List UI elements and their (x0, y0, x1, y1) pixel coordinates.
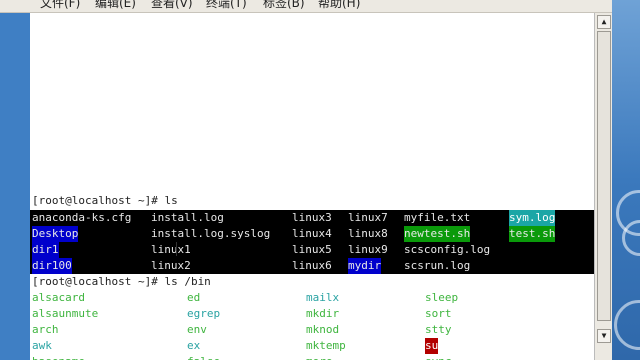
scroll-down-icon[interactable]: ▼ (597, 329, 611, 343)
bin-entry: basename (32, 354, 85, 360)
bin-entry: sort (425, 307, 452, 320)
ls-entry: linux6 (292, 259, 332, 272)
ls-entry: install.log (151, 211, 224, 224)
ls-entry: linux1 (151, 243, 191, 256)
bin-entry: false (187, 354, 220, 360)
bin-entry: sync (425, 354, 452, 360)
ls-entry-executable: test.sh (509, 226, 556, 242)
ls-entry: linux5 (292, 243, 332, 256)
ls-entry-directory: Desktop (32, 226, 79, 242)
menu-file[interactable]: 文件(F) (40, 0, 80, 11)
prompt-ls-bin: [root@localhost ~]# ls /bin (32, 275, 211, 288)
bin-entry: more (306, 354, 333, 360)
ls-entry: scsconfig.log (404, 243, 491, 256)
terminal-output[interactable]: [root@localhost ~]# ls anaconda-ks.cfg i… (30, 13, 594, 360)
ls-entry-directory: dir1 (32, 242, 59, 258)
ls-entry-symlink: sym.log (509, 210, 556, 226)
bin-entry: arch (32, 323, 59, 336)
scroll-up-icon[interactable]: ▲ (597, 15, 611, 29)
bin-entry: alsacard (32, 291, 85, 304)
bin-entry: mkdir (306, 307, 340, 320)
ls-entry: scsrun.log (404, 259, 471, 272)
ls-entry: linux8 (348, 227, 388, 240)
bin-entry: alsaunmute (32, 307, 99, 320)
bin-entry: sleep (425, 291, 459, 304)
bin-entry-symlink: mailx (306, 291, 340, 304)
ls-entry: linux7 (348, 211, 388, 224)
ls-entry-directory: mydir (348, 258, 382, 274)
ls-entry: install.log.syslog (151, 227, 271, 240)
prompt-ls: [root@localhost ~]# ls (32, 194, 178, 207)
bin-entry: mktemp (306, 339, 346, 352)
bin-entry: env (187, 323, 207, 336)
ls-entry: linux4 (292, 227, 332, 240)
menu-view[interactable]: 查看(V) (151, 0, 193, 11)
bin-entry-symlink: ex (187, 339, 201, 352)
menu-edit[interactable]: 编辑(E) (95, 0, 136, 11)
ls-entry: myfile.txt (404, 211, 471, 224)
menu-terminal[interactable]: 终端(T) (206, 0, 247, 11)
ls-entry: linux9 (348, 243, 388, 256)
bin-entry: mknod (306, 323, 340, 336)
bin-entry-symlink: awk (32, 339, 52, 352)
ls-entry-executable: newtest.sh (404, 226, 471, 242)
scrollbar-thumb[interactable] (597, 31, 611, 321)
menu-bar: 文件(F) 编辑(E) 查看(V) 终端(T) 标签(B) 帮助(H) (0, 0, 612, 13)
menu-help[interactable]: 帮助(H) (318, 0, 360, 11)
bin-entry-symlink: egrep (187, 307, 221, 320)
ls-entry-directory: dir100 (32, 258, 72, 274)
menu-tabs[interactable]: 标签(B) (263, 0, 305, 11)
desktop-background (612, 0, 640, 360)
ls-entry: linux2 (151, 259, 191, 272)
ls-entry: anaconda-ks.cfg (32, 211, 132, 224)
desktop-swirl-decoration (614, 300, 640, 350)
mouse-ibeam-cursor (176, 242, 177, 256)
terminal-scrollbar[interactable]: ▲ ▼ (594, 13, 613, 360)
ls-entry: linux3 (292, 211, 332, 224)
bin-entry: stty (425, 323, 452, 336)
bin-entry-setuid: su (425, 338, 439, 354)
bin-entry: ed (187, 291, 201, 304)
